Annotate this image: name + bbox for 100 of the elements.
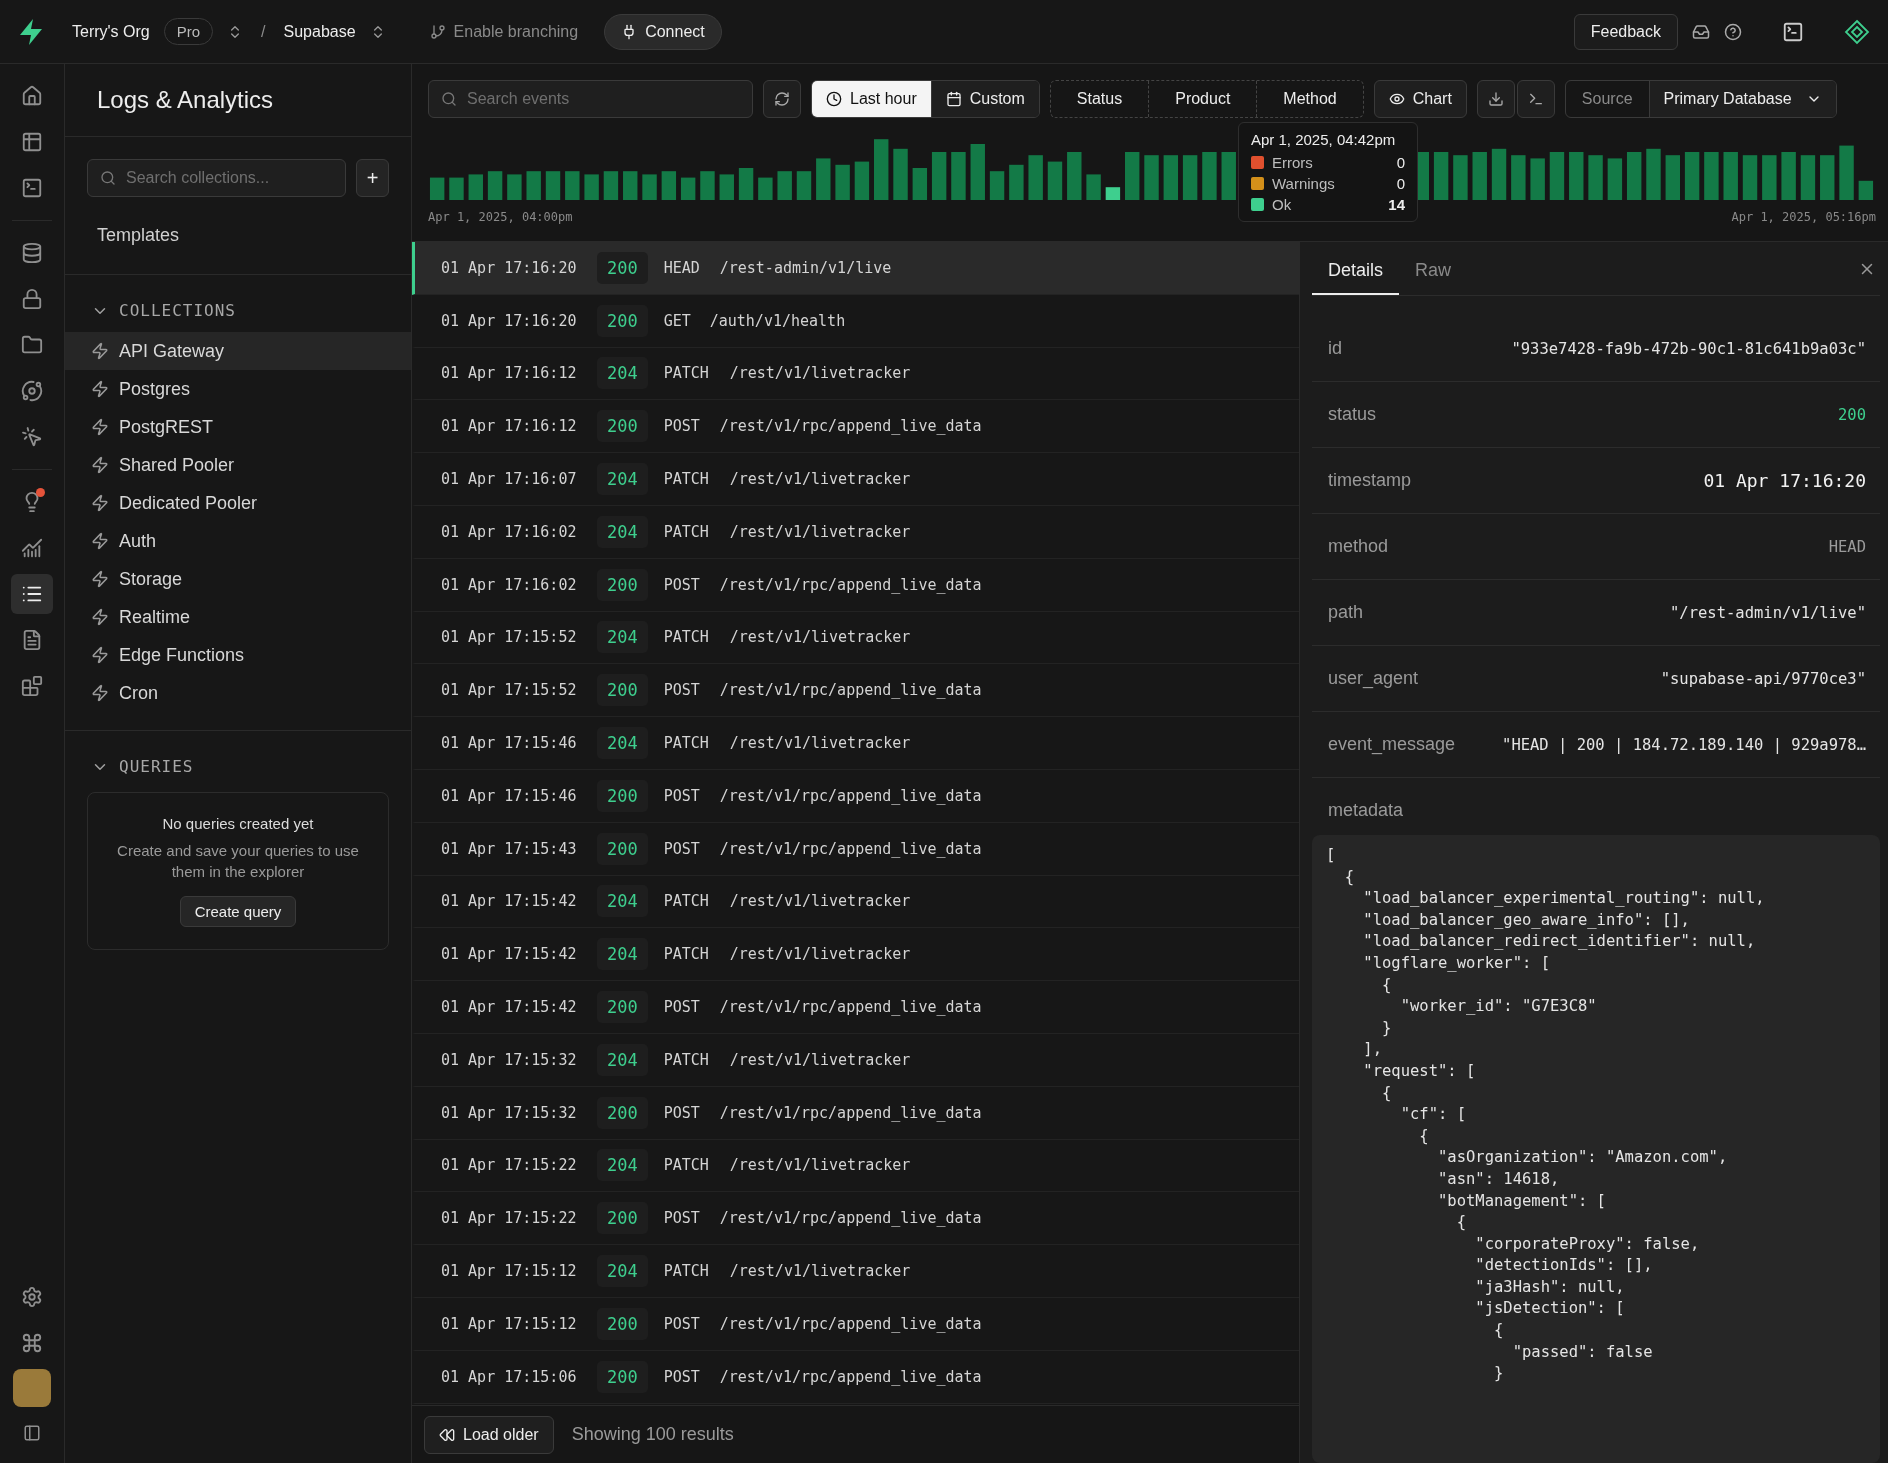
collection-label[interactable]: Cron [119, 682, 158, 704]
field-value: "supabase-api/9770ce3" [1660, 669, 1866, 688]
field-value: 200 [1838, 405, 1866, 424]
collection-label[interactable]: API Gateway [119, 340, 225, 362]
help-icon[interactable] [1724, 22, 1742, 41]
collection-item[interactable]: PostgREST [65, 408, 411, 446]
add-button[interactable]: + [356, 159, 389, 197]
nav-button[interactable] [11, 574, 53, 614]
collection-item[interactable]: Realtime [65, 598, 411, 636]
method-cell-text: HEAD [663, 258, 701, 277]
status-code: 200 [597, 1202, 648, 1235]
breadcrumb-separator: / [261, 22, 266, 41]
collection-item[interactable]: Edge Functions [65, 636, 411, 674]
collection-item[interactable]: Postgres [65, 370, 411, 408]
document-icon [21, 629, 43, 651]
path-cell: /rest/v1/rpc/append_live_data [719, 839, 982, 858]
avatar-placeholder[interactable] [13, 1369, 51, 1407]
collection-label[interactable]: Storage [119, 568, 183, 590]
collection-label[interactable]: Edge Functions [119, 644, 245, 666]
calendar-icon [945, 91, 962, 107]
diamond-icon[interactable] [1844, 18, 1870, 45]
filter-button[interactable]: Product [1149, 81, 1258, 117]
time-cell-text: 01 Apr 17:15:52 [441, 628, 578, 647]
collection-item[interactable]: Shared Pooler [65, 446, 411, 484]
collections-search-field[interactable]: Search collections... [87, 159, 346, 197]
status-code: 204 [597, 515, 648, 548]
chart-button[interactable]: Chart [1373, 80, 1467, 118]
status-code: 200 [597, 832, 648, 865]
field-value: "/rest-admin/v1/live" [1670, 603, 1866, 622]
path-cell: /rest/v1/livetracker [729, 364, 911, 383]
method-cell-text: PATCH [663, 945, 710, 964]
create-query-button[interactable]: Create query [179, 896, 297, 927]
log-row[interactable]: 01 Apr 17:16:20 200 HEAD /rest-admin/v1/live [412, 242, 1299, 295]
time-cell-text: 01 Apr 17:15:12 [441, 1314, 578, 1333]
bolt-icon [91, 684, 109, 702]
time-cell-text: 01 Apr 17:15:22 [441, 1156, 578, 1175]
refresh-button[interactable] [763, 80, 801, 118]
branching-button[interactable]: Enable branching [429, 22, 579, 41]
terminal-icon[interactable] [1782, 20, 1804, 43]
collection-label[interactable]: Postgres [119, 378, 191, 400]
connect-button[interactable]: Connect [604, 13, 722, 50]
method-cell-text: PATCH [663, 628, 710, 647]
collection-label[interactable]: Realtime [119, 606, 191, 628]
section-heading[interactable]: COLLECTIONS [119, 301, 236, 320]
panel-icon [23, 1424, 41, 1442]
feedback-button[interactable]: Feedback [1573, 13, 1678, 50]
path-cell: /rest/v1/livetracker [729, 1156, 911, 1175]
project-name[interactable]: Supabase [283, 22, 356, 41]
filter-button[interactable]: Method [1257, 81, 1363, 117]
time-cell-text: 01 Apr 17:15:46 [441, 786, 578, 805]
collection-item[interactable]: Auth [65, 522, 411, 560]
templates-link[interactable]: Templates [65, 197, 411, 275]
time-cell-text: 01 Apr 17:16:12 [441, 364, 578, 383]
status-code: 204 [597, 463, 648, 496]
status-code: 204 [597, 938, 648, 971]
details-tab[interactable]: Details [1312, 242, 1400, 295]
time-cell-text: 01 Apr 17:16:07 [441, 470, 578, 489]
method-cell-text: POST [663, 998, 701, 1017]
status-code: 200 [597, 1096, 648, 1129]
path-cell: /rest/v1/livetracker [729, 628, 911, 647]
collection-item[interactable]: API Gateway [65, 332, 411, 370]
inbox-icon[interactable] [1692, 22, 1710, 41]
method-cell-text: POST [663, 839, 701, 858]
axis-label: Apr 1, 2025, 05:16pm [1731, 210, 1876, 224]
section-heading[interactable]: QUERIES [119, 757, 194, 776]
collection-label[interactable]: Dedicated Pooler [119, 492, 258, 514]
collection-item[interactable]: Cron [65, 674, 411, 712]
collection-label[interactable]: Auth [119, 530, 157, 552]
time-cell-text: 01 Apr 17:16:02 [441, 575, 578, 594]
method-cell-text: PATCH [663, 1262, 710, 1281]
range-button[interactable]: Last hour [812, 81, 932, 117]
collection-label[interactable]: Shared Pooler [119, 454, 235, 476]
status-code: 204 [597, 885, 648, 918]
details-tab[interactable]: Raw [1399, 242, 1468, 295]
status-code: 200 [597, 779, 648, 812]
chart-icon [21, 537, 43, 559]
time-cell-text: 01 Apr 17:16:12 [441, 417, 578, 436]
method-cell-text: POST [663, 681, 701, 700]
path-cell: /auth/v1/health [709, 311, 846, 330]
field-key: timestamp [1328, 470, 1412, 491]
download-icon [1487, 91, 1504, 107]
filter-button[interactable]: Status [1050, 81, 1150, 117]
field-key: method [1328, 536, 1389, 557]
home-icon [21, 85, 43, 107]
download-button[interactable] [1476, 80, 1515, 118]
collection-item[interactable]: Storage [65, 560, 411, 598]
lock-icon [21, 288, 43, 310]
terminal-icon [21, 177, 43, 199]
logo-icon[interactable] [18, 17, 44, 46]
events-search-field[interactable]: Search events [428, 80, 753, 118]
path-cell: /rest/v1/livetracker [729, 522, 911, 541]
path-cell: /rest/v1/rpc/append_live_data [719, 786, 982, 805]
status-code: 204 [597, 357, 648, 390]
load-older-button[interactable]: Load older [424, 1415, 554, 1454]
range-button[interactable]: Custom [931, 81, 1039, 117]
collection-label[interactable]: PostgREST [119, 416, 214, 438]
status-code: 200 [597, 1307, 648, 1340]
org-name[interactable]: Terry's Org [72, 22, 150, 41]
collection-item[interactable]: Dedicated Pooler [65, 484, 411, 522]
method-cell-text: PATCH [663, 892, 710, 911]
